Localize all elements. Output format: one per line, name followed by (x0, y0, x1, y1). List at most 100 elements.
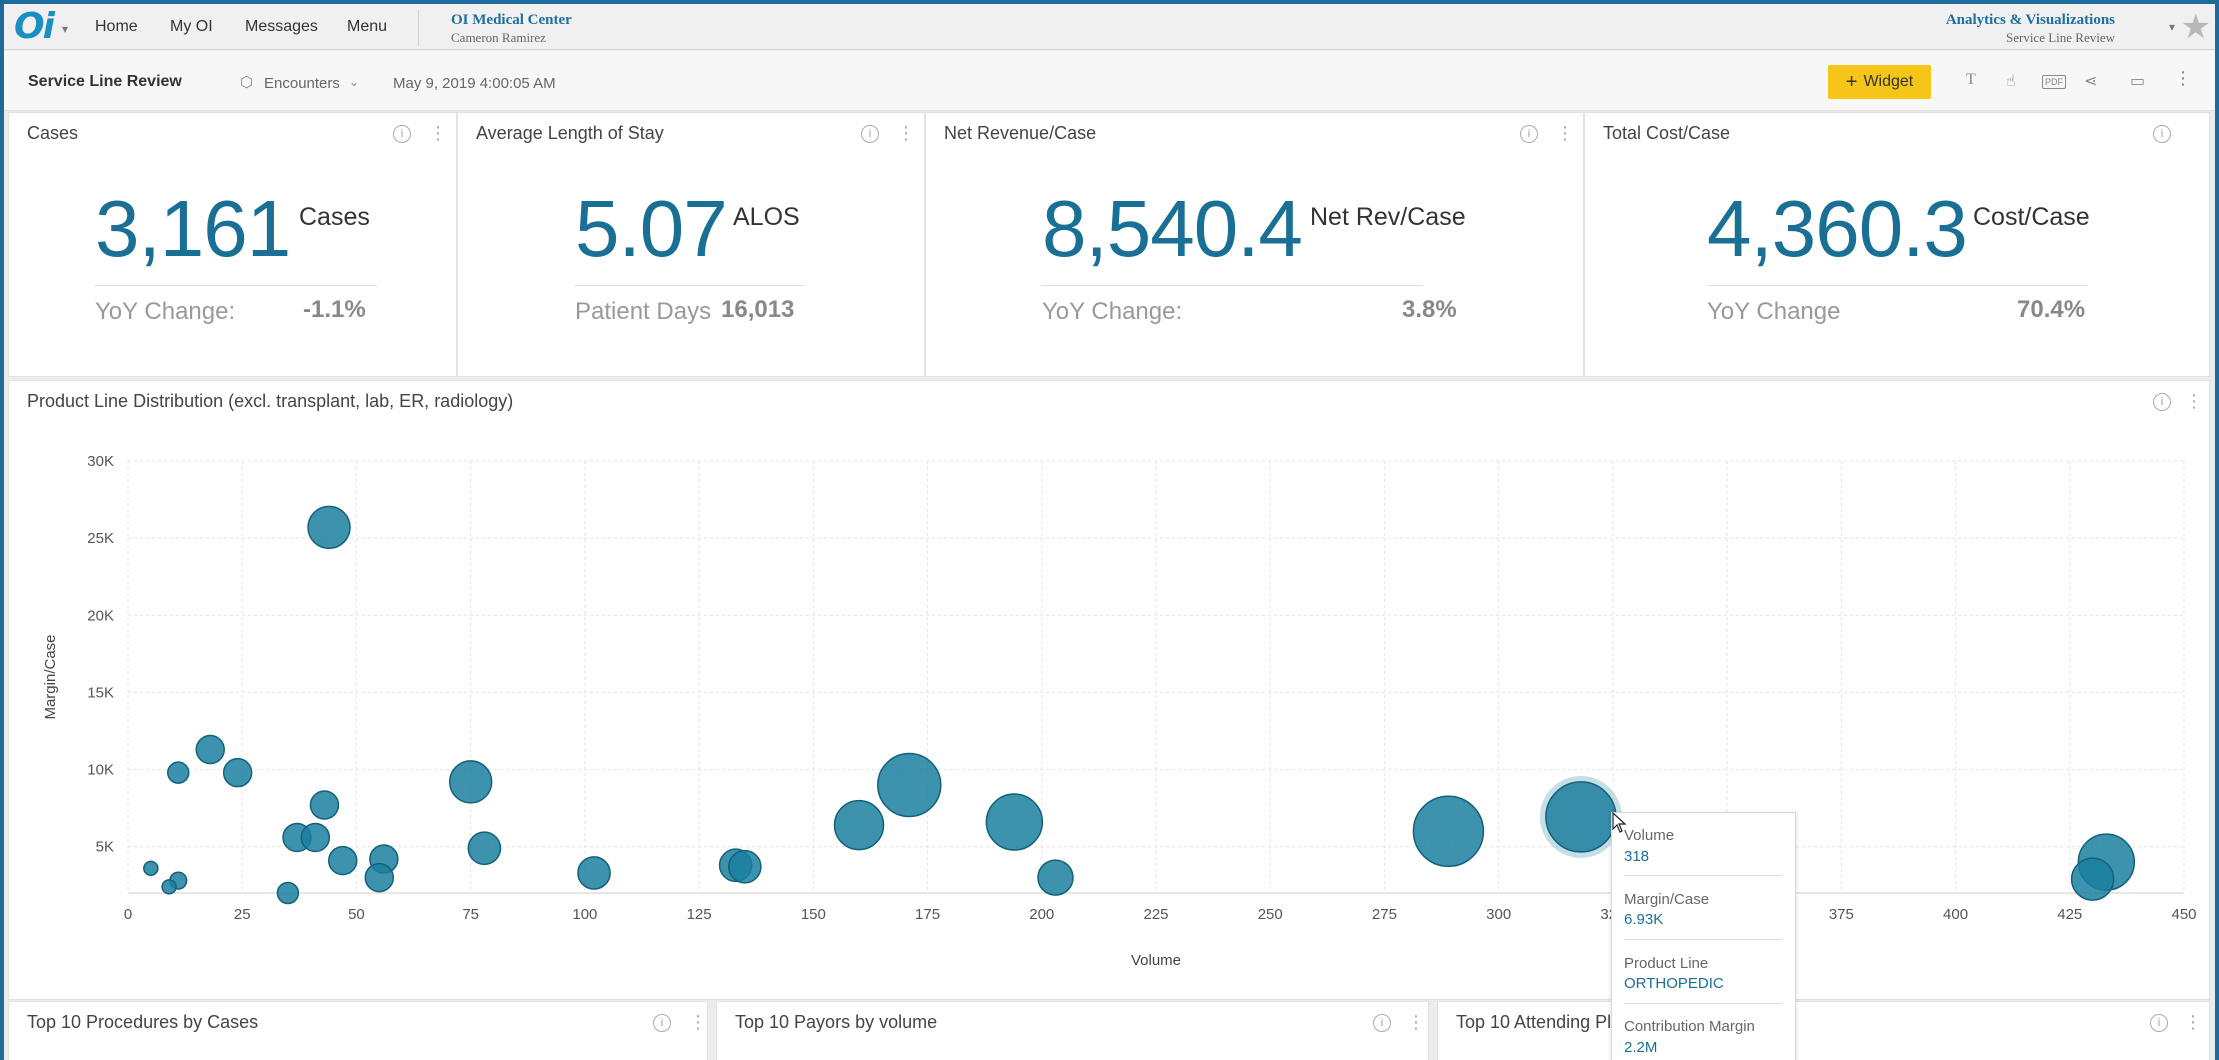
org-name: OI Medical Center (451, 12, 572, 28)
divider (1707, 285, 2087, 286)
kpi-sub-value: 3.8% (1402, 296, 1457, 323)
more-icon[interactable]: ⋮ (1556, 123, 1574, 144)
oi-logo[interactable]: Oi (14, 8, 55, 46)
bubble (307, 505, 351, 550)
share-icon[interactable]: ⋖ (2084, 71, 2097, 91)
nav-divider (418, 10, 419, 46)
nav-messages[interactable]: Messages (245, 18, 318, 36)
text-icon[interactable]: T (1966, 71, 1976, 89)
info-icon[interactable]: i (393, 125, 411, 143)
more-icon[interactable]: ⋮ (429, 123, 447, 144)
card-title: Total Cost/Case (1603, 123, 1731, 143)
y-tick-label: 15K (87, 684, 114, 701)
x-axis-title: Volume (1131, 952, 1181, 969)
kpi-unit: Cases (299, 203, 370, 231)
kpi-card-alos: Average Length of Stay i ⋮ 5.07 ALOS Pat… (457, 112, 925, 377)
divider (1624, 875, 1782, 876)
procedures-card: Top 10 Procedures by Cases i ⋮ (8, 1001, 708, 1060)
nav-menu[interactable]: Menu (347, 18, 387, 36)
y-tick-label: 20K (87, 607, 114, 624)
x-tick-label: 375 (1829, 906, 1854, 923)
plus-icon: + (1845, 71, 1858, 93)
bubble (300, 822, 331, 853)
nav-home[interactable]: Home (95, 18, 138, 36)
x-tick-label: 300 (1486, 906, 1511, 923)
bubble (276, 881, 300, 905)
bubble-highlighted (1545, 781, 1617, 853)
card-title: Cases (27, 123, 79, 143)
datasource-selector[interactable]: Encounters (264, 75, 340, 92)
info-icon[interactable]: i (1373, 1014, 1391, 1032)
chevron-down-icon[interactable]: ▾ (62, 22, 68, 36)
bubble (364, 862, 395, 893)
card-title: Average Length of Stay (476, 123, 664, 143)
chart-card: Product Line Distribution (excl. transpl… (8, 380, 2210, 1000)
user-name: Cameron Ramirez (451, 30, 546, 45)
bubble (309, 790, 340, 820)
info-icon[interactable]: i (2153, 125, 2171, 143)
x-tick-label: 450 (2171, 906, 2196, 923)
kpi-sub-label: YoY Change (1707, 298, 1841, 325)
info-icon[interactable]: i (2150, 1014, 2168, 1032)
bubble (161, 879, 177, 895)
y-tick-label: 30K (87, 453, 114, 470)
bubble (1037, 859, 1074, 896)
kpi-unit: Net Rev/Case (1310, 203, 1466, 231)
bubble (877, 752, 942, 818)
kpi-sub-value: 16,013 (721, 296, 795, 323)
bubble (577, 856, 611, 890)
tooltip-value: ORTHOPEDIC (1624, 975, 1724, 992)
tooltip-label: Contribution Margin (1624, 1018, 1755, 1035)
divider (1624, 1003, 1782, 1004)
info-icon[interactable]: i (861, 125, 879, 143)
divider (575, 285, 805, 286)
x-tick-label: 250 (1258, 906, 1283, 923)
x-tick-label: 25 (234, 906, 251, 923)
widget-button-label: Widget (1863, 73, 1914, 90)
divider (95, 285, 377, 286)
more-icon[interactable]: ⋮ (1407, 1012, 1425, 1033)
y-tick-label: 5K (96, 839, 114, 856)
bubble (195, 734, 225, 765)
more-icon[interactable]: ⋮ (897, 123, 915, 144)
divider (1624, 939, 1782, 940)
info-icon[interactable]: i (653, 1014, 671, 1032)
toolbar: Service Line Review ⬡ Encounters ⌄ May 9… (4, 51, 2215, 111)
mouse-cursor-icon (1612, 812, 1627, 833)
info-icon[interactable]: i (1520, 125, 1538, 143)
kpi-value: 3,161 (95, 184, 291, 273)
tooltip-label: Product Line (1624, 955, 1709, 972)
kpi-sub-value: -1.1% (303, 296, 366, 323)
x-tick-label: 125 (687, 906, 712, 923)
bubble (833, 799, 885, 851)
bubble (1412, 795, 1485, 868)
add-widget-button[interactable]: + Widget (1828, 65, 1931, 99)
nav-my-oi[interactable]: My OI (170, 18, 213, 36)
kpi-card-cases: Cases i ⋮ 3,161 Cases YoY Change: -1.1% (8, 112, 457, 377)
chevron-down-icon[interactable]: ⌄ (349, 75, 359, 89)
pdf-icon[interactable]: PDF (2042, 75, 2066, 89)
more-icon[interactable]: ⋮ (2174, 68, 2192, 89)
bubble (448, 760, 493, 804)
app-name: Analytics & Visualizations (1945, 12, 2115, 28)
x-tick-label: 175 (915, 906, 940, 923)
app-subtitle: Service Line Review (2005, 30, 2115, 45)
monitor-icon[interactable]: ▭ (2130, 71, 2145, 91)
card-title: Top 10 Procedures by Cases (27, 1012, 259, 1032)
hand-icon[interactable]: ☝ (2006, 71, 2016, 91)
kpi-value: 8,540.4 (1042, 184, 1303, 273)
kpi-unit: Cost/Case (1973, 203, 2090, 231)
more-icon[interactable]: ⋮ (689, 1012, 707, 1033)
bubble-chart[interactable]: 0255075100125150175200225250275300325350… (9, 381, 2211, 1001)
cube-icon[interactable]: ⬡ (240, 73, 253, 91)
data-timestamp: May 9, 2019 4:00:05 AM (393, 75, 556, 92)
card-title: Top 10 Attending Pl (1456, 1012, 1612, 1032)
chevron-down-icon[interactable]: ▾ (2169, 20, 2175, 34)
more-icon[interactable]: ⋮ (2184, 1012, 2202, 1033)
card-title: Top 10 Payors by volume (735, 1012, 938, 1032)
bubble (143, 860, 159, 877)
x-tick-label: 275 (1372, 906, 1397, 923)
tooltip-value: 2.2M (1624, 1039, 1658, 1056)
payors-card: Top 10 Payors by volume i ⋮ (716, 1001, 1429, 1060)
star-icon[interactable]: ★ (2181, 8, 2211, 46)
